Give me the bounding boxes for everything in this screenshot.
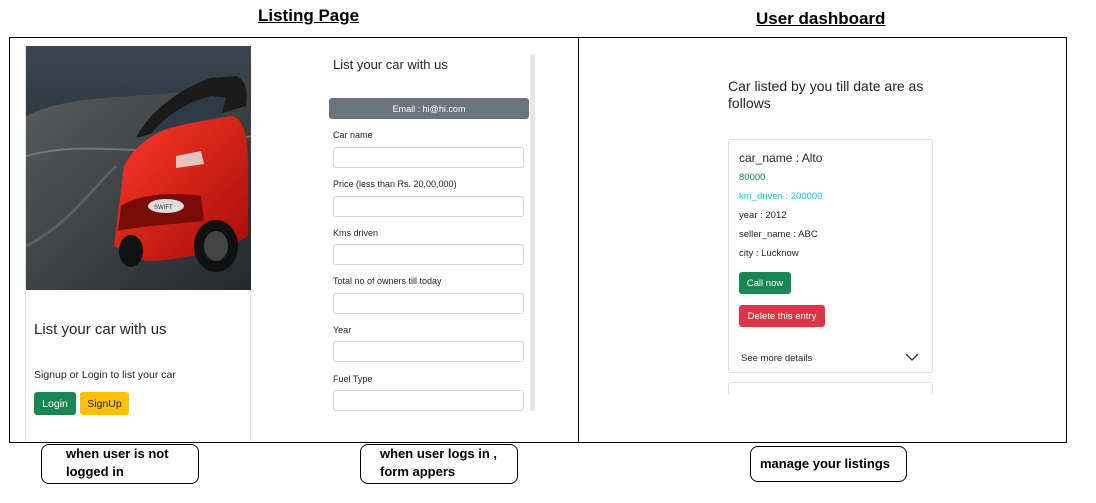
year-input[interactable] (333, 341, 524, 362)
chevron-down-icon[interactable] (905, 349, 919, 367)
form-scrollbar[interactable] (530, 54, 535, 411)
seller-name: seller_name : ABC (739, 229, 818, 240)
caption-not-logged-in: when user is not logged in (41, 444, 199, 484)
user-dashboard-heading: User dashboard (756, 9, 886, 28)
fuel-type-input[interactable] (333, 390, 524, 411)
caption-manage-listings: manage your listings (750, 446, 907, 482)
email-banner: Email : hi@hi.com (329, 98, 529, 119)
call-now-button[interactable]: Call now (739, 272, 791, 294)
listing-card: SWIFT List your car with us Signup or Lo… (25, 46, 251, 442)
listing-page-screenshot: SWIFT List your car with us Signup or Lo… (9, 37, 579, 443)
signup-button[interactable]: SignUp (80, 392, 129, 415)
car-name: car_name : Alto (739, 151, 823, 165)
caption-logged-in: when user logs in , form appers (360, 444, 518, 484)
price-input[interactable] (333, 196, 524, 217)
car-name-input[interactable] (333, 147, 524, 168)
form-title: List your car with us (333, 57, 448, 72)
dashboard-title: Car listed by you till date are as follo… (728, 78, 924, 111)
car-km-driven: km_driven : 200000 (739, 191, 823, 202)
car-listing-card: car_name : Alto 80000 km_driven : 200000… (728, 139, 933, 373)
owners-input[interactable] (333, 293, 524, 314)
car-image: SWIFT (26, 46, 251, 290)
see-more-details-toggle[interactable]: See more details (741, 353, 812, 364)
listing-page-heading: Listing Page (258, 6, 360, 25)
svg-text:SWIFT: SWIFT (154, 205, 173, 211)
car-name-label: Car name (333, 130, 373, 140)
next-listing-card (728, 382, 933, 394)
year-label: Year (333, 325, 352, 335)
car-city: city : Lucknow (739, 248, 799, 259)
delete-entry-button[interactable]: Delete this entry (739, 305, 825, 327)
car-year: year : 2012 (739, 210, 787, 221)
listing-card-title: List your car with us (34, 321, 167, 338)
car-price: 80000 (739, 172, 766, 183)
owners-label: Total no of owners till today (333, 276, 442, 286)
fuel-type-label: Fuel Type (333, 374, 373, 384)
price-label: Price (less than Rs. 20,00,000) (333, 179, 457, 189)
user-dashboard-screenshot: Car listed by you till date are as follo… (578, 37, 1067, 443)
kms-driven-label: Kms driven (333, 228, 379, 238)
login-button[interactable]: Login (34, 392, 76, 415)
kms-driven-input[interactable] (333, 244, 524, 265)
listing-card-text: Signup or Login to list your car (34, 369, 176, 381)
